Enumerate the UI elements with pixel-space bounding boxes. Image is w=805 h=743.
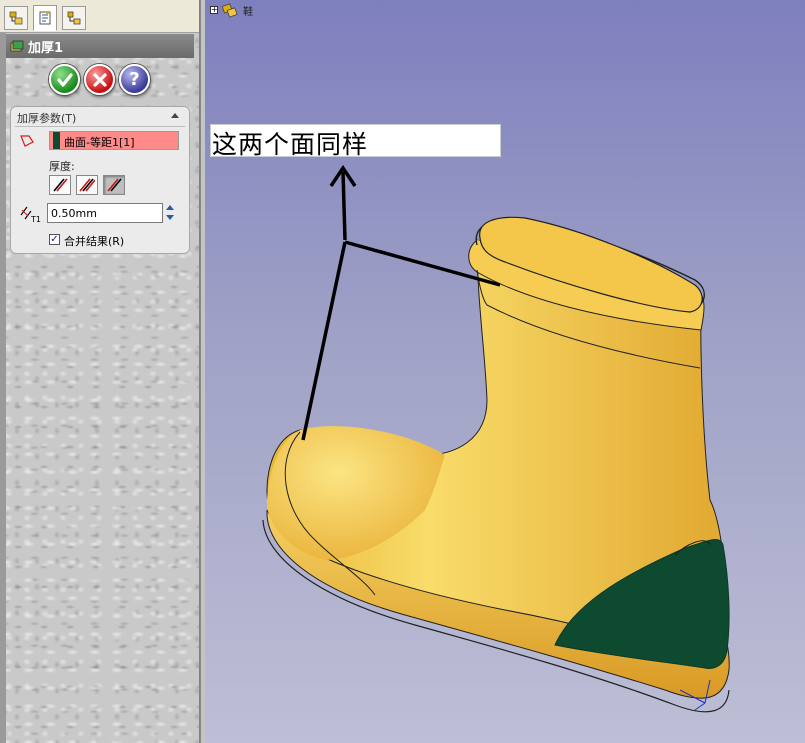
params-group-title: 加厚参数(T): [17, 112, 77, 125]
x-icon: [92, 72, 107, 87]
tab-property-manager[interactable]: [33, 5, 57, 31]
collapse-icon[interactable]: [171, 113, 179, 118]
thicken-side2-button[interactable]: [103, 175, 125, 195]
property-manager-panel: 加厚1 ? 加厚参数(T) 曲面-等距1[1] 厚度: T1 0.50mm ✓ …: [0, 0, 200, 743]
thickness-label: 厚度:: [49, 160, 75, 173]
feature-tree-icon: [9, 11, 23, 25]
tab-configuration-manager[interactable]: [62, 6, 86, 30]
help-button[interactable]: ?: [119, 64, 150, 95]
callout-text: 这两个面同样: [212, 130, 369, 159]
tab-feature-manager[interactable]: [4, 6, 28, 30]
model-scene: [262, 164, 730, 713]
cancel-button[interactable]: [84, 64, 115, 95]
thicken-parameters-group: 加厚参数(T) 曲面-等距1[1] 厚度: T1 0.50mm ✓ 合并结果(R…: [10, 106, 190, 254]
annotation-callout: 这两个面同样: [210, 124, 501, 159]
checkmark-icon: [56, 72, 73, 87]
spin-up-icon[interactable]: [166, 205, 174, 210]
feature-header: 加厚1: [6, 34, 194, 58]
merge-result-label: 合并结果(R): [64, 235, 125, 248]
ok-button[interactable]: [49, 64, 80, 95]
face-select-icon: [20, 135, 34, 147]
thicken-both-sides-button[interactable]: [76, 175, 98, 195]
panel-left-edge: [0, 33, 6, 743]
spin-down-icon[interactable]: [166, 215, 174, 220]
configuration-icon: [67, 11, 81, 25]
group-divider: [15, 126, 185, 127]
side2-icon: [107, 178, 122, 192]
selected-face-value: 曲面-等距1[1]: [64, 136, 135, 149]
face-color-swatch: [53, 132, 60, 149]
feature-title: 加厚1: [28, 40, 64, 56]
svg-text:T1: T1: [30, 215, 41, 223]
thicken-side1-button[interactable]: [49, 175, 71, 195]
help-label: ?: [129, 69, 140, 90]
side1-icon: [53, 178, 68, 192]
thickness-spinner[interactable]: [163, 203, 177, 223]
both-sides-icon: [79, 178, 95, 192]
thickness-dimension-icon: T1: [20, 206, 41, 223]
thickness-input[interactable]: [47, 203, 163, 223]
property-manager-icon: [39, 11, 51, 25]
graphics-viewport[interactable]: + 鞋 这两个面同样: [205, 0, 805, 743]
thicken-feature-icon: [10, 40, 24, 52]
merge-result-checkbox[interactable]: ✓: [49, 234, 60, 245]
manager-tab-bar: [0, 0, 199, 33]
selected-face-list[interactable]: 曲面-等距1[1]: [49, 131, 179, 150]
